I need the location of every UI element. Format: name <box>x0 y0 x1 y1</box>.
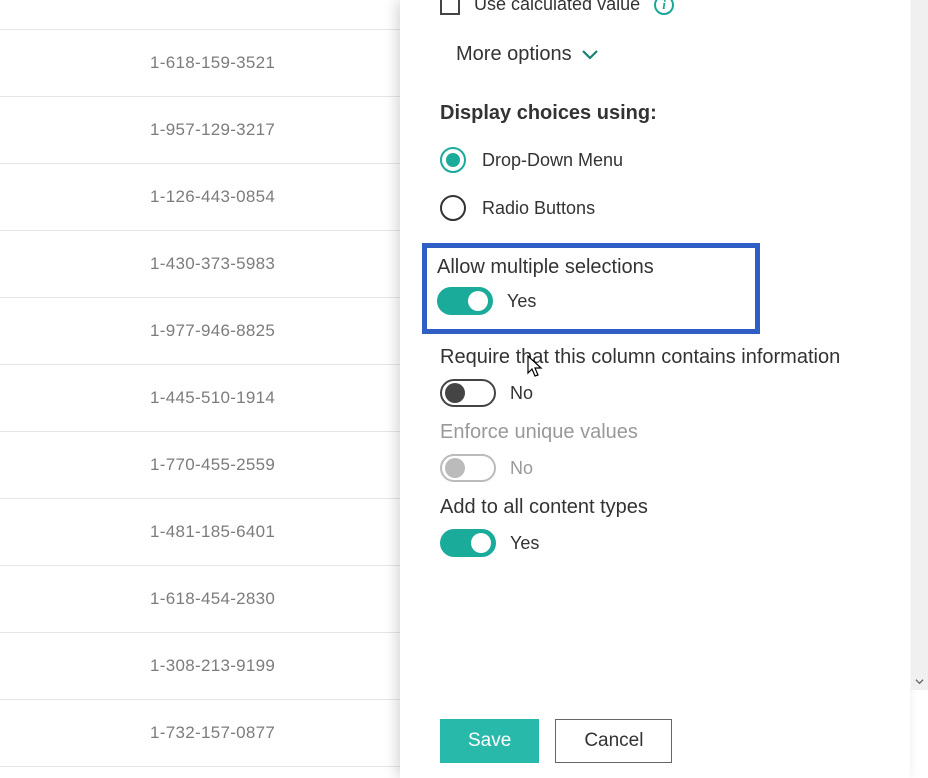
save-button[interactable]: Save <box>440 719 539 763</box>
enforce-unique-label: Enforce unique values <box>440 421 870 444</box>
use-calculated-value-row: Use calculated value i <box>440 0 870 15</box>
scrollbar-down-arrow-icon[interactable] <box>911 673 928 690</box>
allow-multiple-label: Allow multiple selections <box>437 256 745 279</box>
radio-radio-buttons[interactable]: Radio Buttons <box>440 195 870 221</box>
table-row[interactable]: 1-770-455-2559 <box>0 432 400 499</box>
radio-dropdown-label: Drop-Down Menu <box>482 150 623 171</box>
table-row[interactable]: 1-126-443-0854 <box>0 164 400 231</box>
radio-icon <box>440 147 466 173</box>
allow-multiple-selections-highlight: Allow multiple selections Yes <box>422 243 760 334</box>
table-row[interactable]: 1-430-373-5983 <box>0 231 400 298</box>
use-calculated-checkbox[interactable] <box>440 0 460 15</box>
panel-footer: Save Cancel <box>400 701 910 778</box>
table-row[interactable]: 1-957-129-3217 <box>0 97 400 164</box>
table-row[interactable] <box>0 0 400 30</box>
more-options-toggle[interactable]: More options <box>456 43 598 66</box>
chevron-down-icon <box>582 43 598 66</box>
table-row[interactable]: 1-618-454-2830 <box>0 566 400 633</box>
add-all-toggle[interactable] <box>440 529 496 557</box>
table-row[interactable]: 1-308-213-9199 <box>0 633 400 700</box>
allow-multiple-value: Yes <box>507 291 536 312</box>
panel-scrollbar[interactable] <box>911 0 928 690</box>
display-choices-title: Display choices using: <box>440 102 870 125</box>
table-row[interactable]: 1-618-159-3521 <box>0 30 400 97</box>
require-info-value: No <box>510 383 533 404</box>
table-row[interactable]: 1-481-185-6401 <box>0 499 400 566</box>
radio-dropdown-menu[interactable]: Drop-Down Menu <box>440 147 870 173</box>
table-row[interactable]: 1-732-157-0877 <box>0 700 400 767</box>
background-list: 1-618-159-3521 1-957-129-3217 1-126-443-… <box>0 0 400 778</box>
allow-multiple-toggle[interactable] <box>437 287 493 315</box>
more-options-label: More options <box>456 43 572 66</box>
column-settings-panel: Use calculated value i More options Disp… <box>400 0 910 778</box>
radio-icon <box>440 195 466 221</box>
table-row[interactable]: 1-977-946-8825 <box>0 298 400 365</box>
enforce-unique-value: No <box>510 458 533 479</box>
use-calculated-label: Use calculated value <box>474 0 640 15</box>
table-row[interactable]: 1-445-510-1914 <box>0 365 400 432</box>
radio-buttons-label: Radio Buttons <box>482 198 595 219</box>
enforce-unique-toggle <box>440 454 496 482</box>
add-all-value: Yes <box>510 533 539 554</box>
require-info-label: Require that this column contains inform… <box>440 346 870 369</box>
require-info-toggle[interactable] <box>440 379 496 407</box>
cancel-button[interactable]: Cancel <box>555 719 672 763</box>
add-all-label: Add to all content types <box>440 496 870 519</box>
info-icon[interactable]: i <box>654 0 674 15</box>
